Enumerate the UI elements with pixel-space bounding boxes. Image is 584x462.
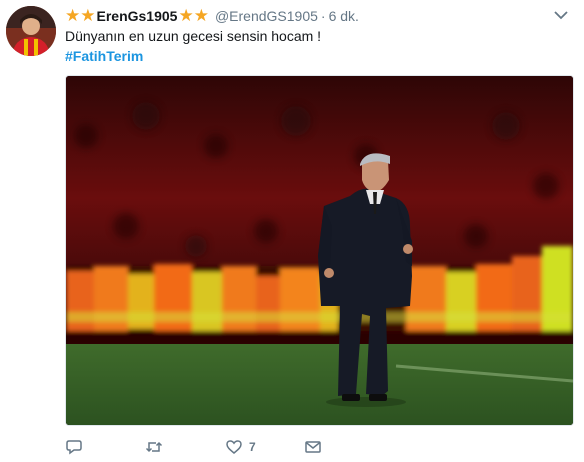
star-icon: ★	[65, 6, 81, 25]
tweet-text: Dünyanın en uzun gecesi sensin hocam !	[65, 28, 322, 44]
heart-icon	[226, 440, 242, 454]
tweet-card[interactable]: ★ ★ ErenGs1905 ★ ★ @ErendGS1905 · 6 dk. …	[0, 0, 584, 462]
retweet-icon	[145, 441, 163, 453]
separator-dot: ·	[320, 8, 326, 24]
timestamp[interactable]: 6 dk.	[329, 8, 359, 24]
retweet-button[interactable]	[145, 438, 163, 456]
star-icon: ★	[178, 6, 194, 25]
message-button[interactable]	[304, 438, 322, 456]
like-button[interactable]: 7	[225, 438, 256, 456]
envelope-icon	[304, 441, 321, 453]
tweet-header: ★ ★ ErenGs1905 ★ ★ @ErendGS1905 · 6 dk.	[65, 6, 359, 26]
like-count: 7	[249, 440, 256, 454]
chevron-down-icon[interactable]	[554, 10, 568, 20]
reply-button[interactable]	[65, 438, 83, 456]
avatar-image	[6, 6, 56, 56]
display-name[interactable]: ErenGs1905	[97, 8, 178, 24]
tweet-photo[interactable]	[65, 75, 574, 426]
user-handle[interactable]: @ErendGS1905	[215, 8, 318, 24]
photo-image	[66, 76, 573, 425]
tweet-actions: 7	[65, 435, 322, 459]
star-icon: ★	[80, 6, 96, 25]
avatar[interactable]	[6, 6, 56, 56]
hashtag-link[interactable]: #FatihTerim	[65, 47, 143, 66]
reply-icon	[66, 440, 82, 455]
star-icon: ★	[193, 6, 209, 25]
